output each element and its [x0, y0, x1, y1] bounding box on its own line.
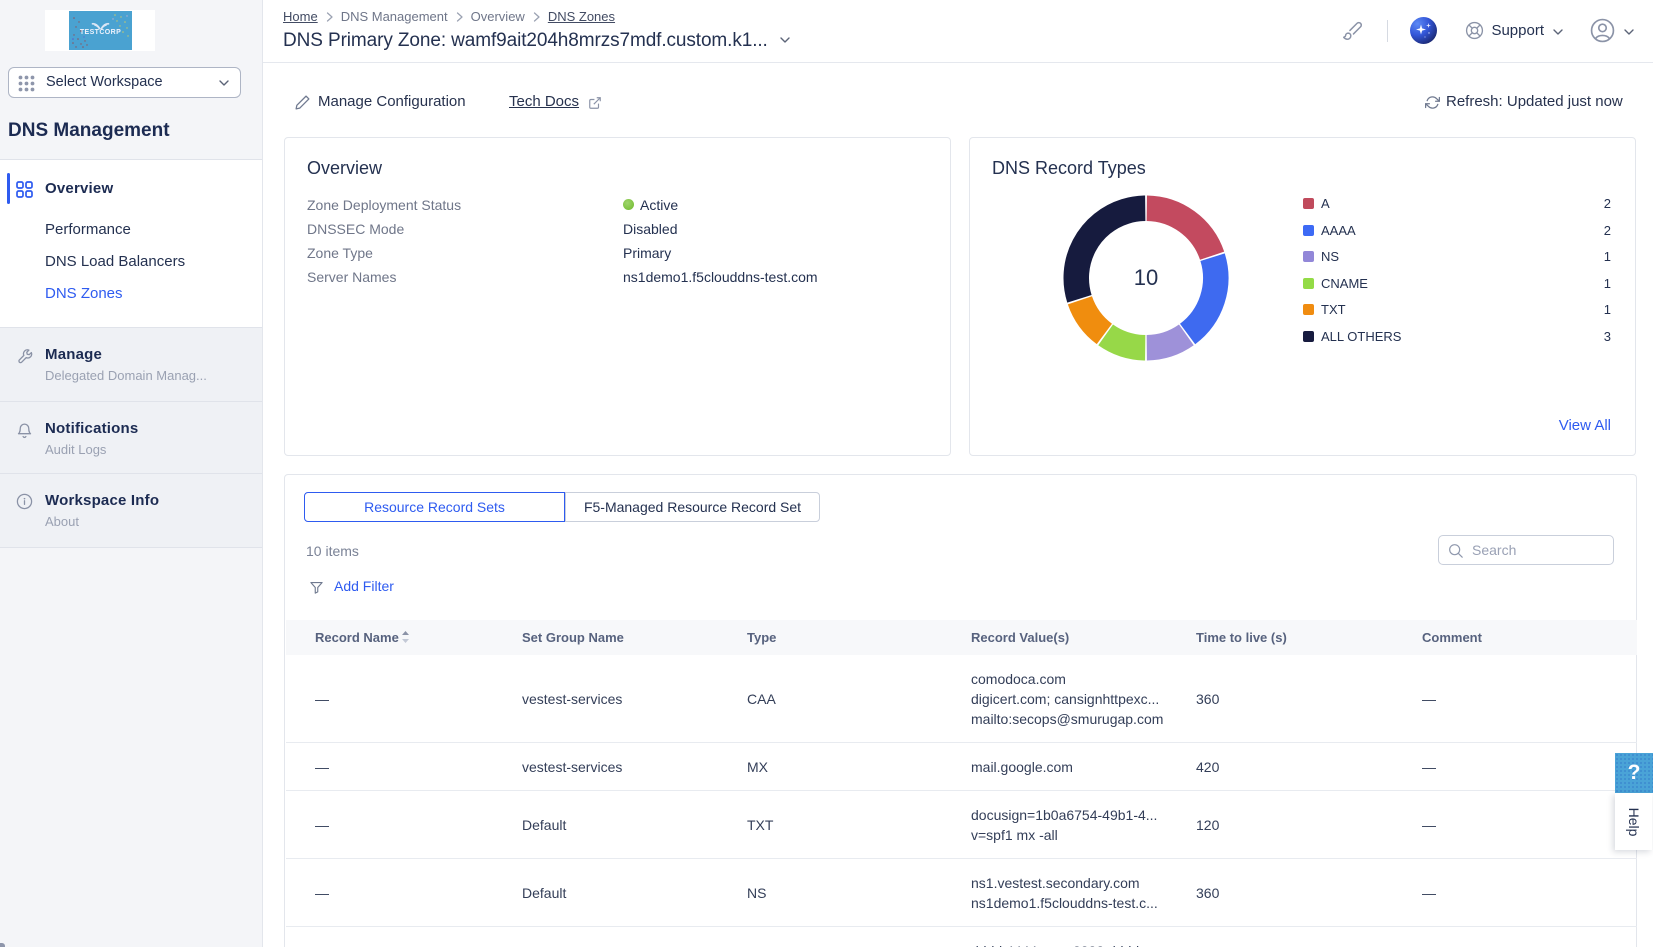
svg-text:10: 10: [1134, 265, 1158, 290]
